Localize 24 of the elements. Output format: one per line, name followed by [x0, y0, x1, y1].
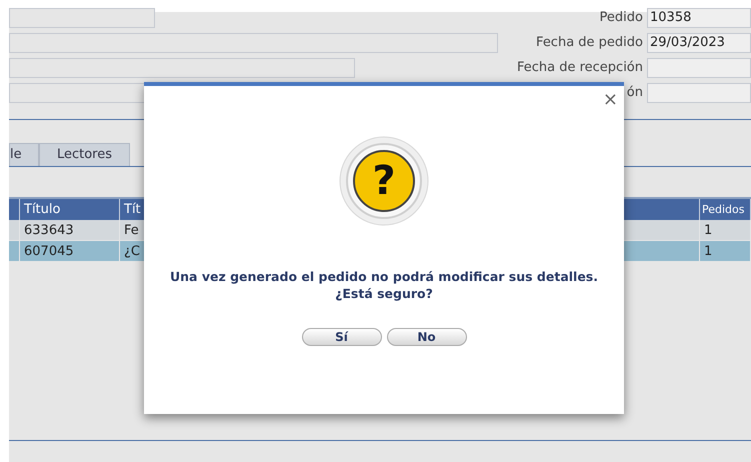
field-label: ón: [626, 84, 643, 102]
text-field[interactable]: [647, 58, 751, 78]
text-field[interactable]: [647, 83, 751, 103]
text-field[interactable]: [9, 58, 355, 78]
table-cell: 607045: [20, 241, 120, 261]
text-field[interactable]: [9, 8, 155, 28]
tab[interactable]: Lectores: [39, 143, 130, 166]
dialog-message: Una vez generado el pedido no podrá modificar sus detalles.: [170, 268, 598, 285]
table-cell: 1: [700, 220, 751, 240]
text-field[interactable]: 10358: [647, 8, 751, 28]
table-cell: 633643: [20, 220, 120, 240]
tab[interactable]: le: [9, 143, 39, 166]
field-label: Fecha de pedido: [536, 34, 643, 52]
dialog-question: ¿Está seguro?: [335, 285, 433, 302]
table-cell: 1: [700, 241, 751, 261]
field-label: Fecha de recepción: [516, 59, 643, 78]
text-field[interactable]: 29/03/2023: [647, 33, 751, 53]
question-icon: ?: [339, 136, 429, 226]
dialog-button[interactable]: Sí: [302, 328, 382, 346]
text-field[interactable]: [9, 83, 145, 103]
field-label: Pedido: [600, 9, 643, 28]
text-field[interactable]: [9, 33, 498, 53]
dialog-button[interactable]: No: [386, 328, 466, 346]
close-button[interactable]: ×: [602, 90, 618, 110]
